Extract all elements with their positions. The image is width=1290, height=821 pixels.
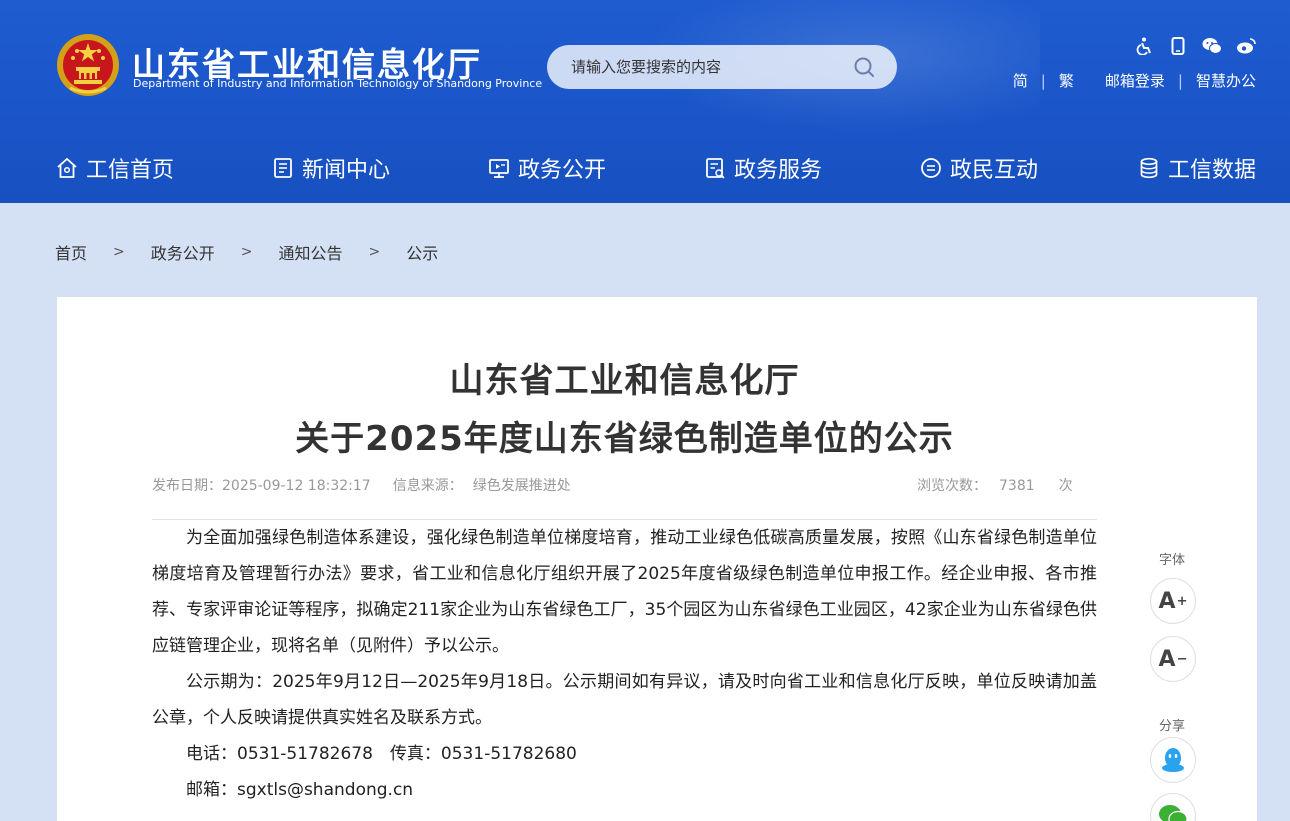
breadcrumb-separator: > [240,244,253,260]
separator: | [1177,71,1183,90]
minus-icon: − [1176,651,1188,667]
font-decrease-button[interactable]: A − [1150,636,1196,682]
date-label: 发布日期： [152,478,222,494]
public-affairs-icon [489,159,509,178]
search-input[interactable] [571,55,841,79]
nav-label: 工信数据 [1168,158,1257,183]
breadcrumb-notices[interactable]: 通知公告 [279,240,343,264]
interaction-icon [921,158,941,178]
breadcrumb-current[interactable]: 公示 [406,240,438,264]
simplified-link[interactable]: 简 [1013,70,1028,91]
wechat-share-icon [1159,805,1188,821]
database-icon [1140,157,1158,179]
home-icon [57,157,77,178]
contact-phone-fax: 电话：0531-51782678 传真：0531-51782680 [186,744,577,764]
source-label: 信息来源： [392,478,463,494]
font-size-label: 字体 [1159,553,1186,568]
nav-item-service[interactable]: 政务服务 [704,140,822,196]
views-unit: 次 [1058,478,1073,494]
nav-item-home[interactable]: 工信首页 [56,140,174,196]
mobile-icon[interactable] [1168,36,1188,56]
wechat-icon[interactable] [1202,36,1222,56]
smart-office-link[interactable]: 智慧办公 [1196,70,1256,91]
paragraph: 公示期为：2025年9月12日—2025年9月18日。公示期间如有异议，请及时向… [152,672,1097,728]
article-body: 为全面加强绿色制造体系建设，强化绿色制造单位梯度培育，推动工业绿色低碳高质量发展… [152,520,1097,808]
nav-label: 政务服务 [734,158,823,183]
news-icon [274,158,292,178]
views-label: 浏览次数： [917,478,987,494]
weibo-icon[interactable] [1236,36,1256,56]
traditional-link[interactable]: 繁 [1059,70,1074,91]
national-emblem-icon [57,34,119,96]
service-icon [706,158,725,179]
site-subtitle: Department of Industry and Information T… [133,77,543,90]
nav-item-news[interactable]: 新闻中心 [272,140,390,196]
article-title-line1: 山东省工业和信息化厅 [449,361,800,401]
separator: | [1040,71,1046,90]
contact-email: 邮箱：sgxtls@shandong.cn [186,780,414,800]
share-label: 分享 [1159,719,1186,734]
top-links: 简 | 繁 | 邮箱登录 | 智慧办公 [1013,70,1256,91]
site-header: 山东省工业和信息化厅 Department of Industry and In… [0,0,1290,203]
nav-item-data[interactable]: 工信数据 [1138,140,1256,196]
views-value: 7381 [999,478,1035,494]
search-icon[interactable] [853,56,875,78]
search-box [547,45,897,89]
breadcrumb-public-affairs[interactable]: 政务公开 [151,240,215,264]
qq-icon [1162,748,1184,772]
plus-icon: + [1176,593,1188,609]
nav-label: 工信首页 [86,158,175,183]
source-value: 绿色发展推进处 [472,478,571,494]
nav-label: 政务公开 [518,158,607,183]
mailbox-login-link[interactable]: 邮箱登录 [1105,70,1165,91]
breadcrumb-home[interactable]: 首页 [55,240,87,264]
nav-label: 政民互动 [950,158,1039,183]
article-card: 山东省工业和信息化厅 关于2025年度山东省绿色制造单位的公示 发布日期：202… [57,297,1257,821]
article-meta: 发布日期：2025-09-12 18:32:17 信息来源： 绿色发展推进处 [152,475,571,495]
top-icons [1134,36,1256,56]
nav-item-public-affairs[interactable]: 政务公开 [488,140,606,196]
paragraph: 为全面加强绿色制造体系建设，强化绿色制造单位梯度培育，推动工业绿色低碳高质量发展… [152,528,1097,656]
publish-date: 2025-09-12 18:32:17 [222,478,371,494]
font-increase-button[interactable]: A + [1150,578,1196,624]
nav-label: 新闻中心 [302,158,391,183]
font-increase-glyph: A [1158,588,1176,614]
breadcrumb-separator: > [368,244,381,260]
view-count: 浏览次数： 7381 次 [917,475,1073,495]
main-nav: 工信首页 新闻中心 政务公开 政务服务 政民互动 工信数据 [0,140,1290,196]
article-title-line2: 关于2025年度山东省绿色制造单位的公示 [295,419,954,459]
font-decrease-glyph: A [1158,646,1176,672]
accessibility-icon[interactable] [1134,36,1154,56]
breadcrumb-separator: > [113,244,125,260]
breadcrumb: 首页 > 政务公开 > 通知公告 > 公示 [55,240,438,264]
nav-item-interaction[interactable]: 政民互动 [920,140,1038,196]
share-qq-button[interactable] [1150,737,1196,783]
